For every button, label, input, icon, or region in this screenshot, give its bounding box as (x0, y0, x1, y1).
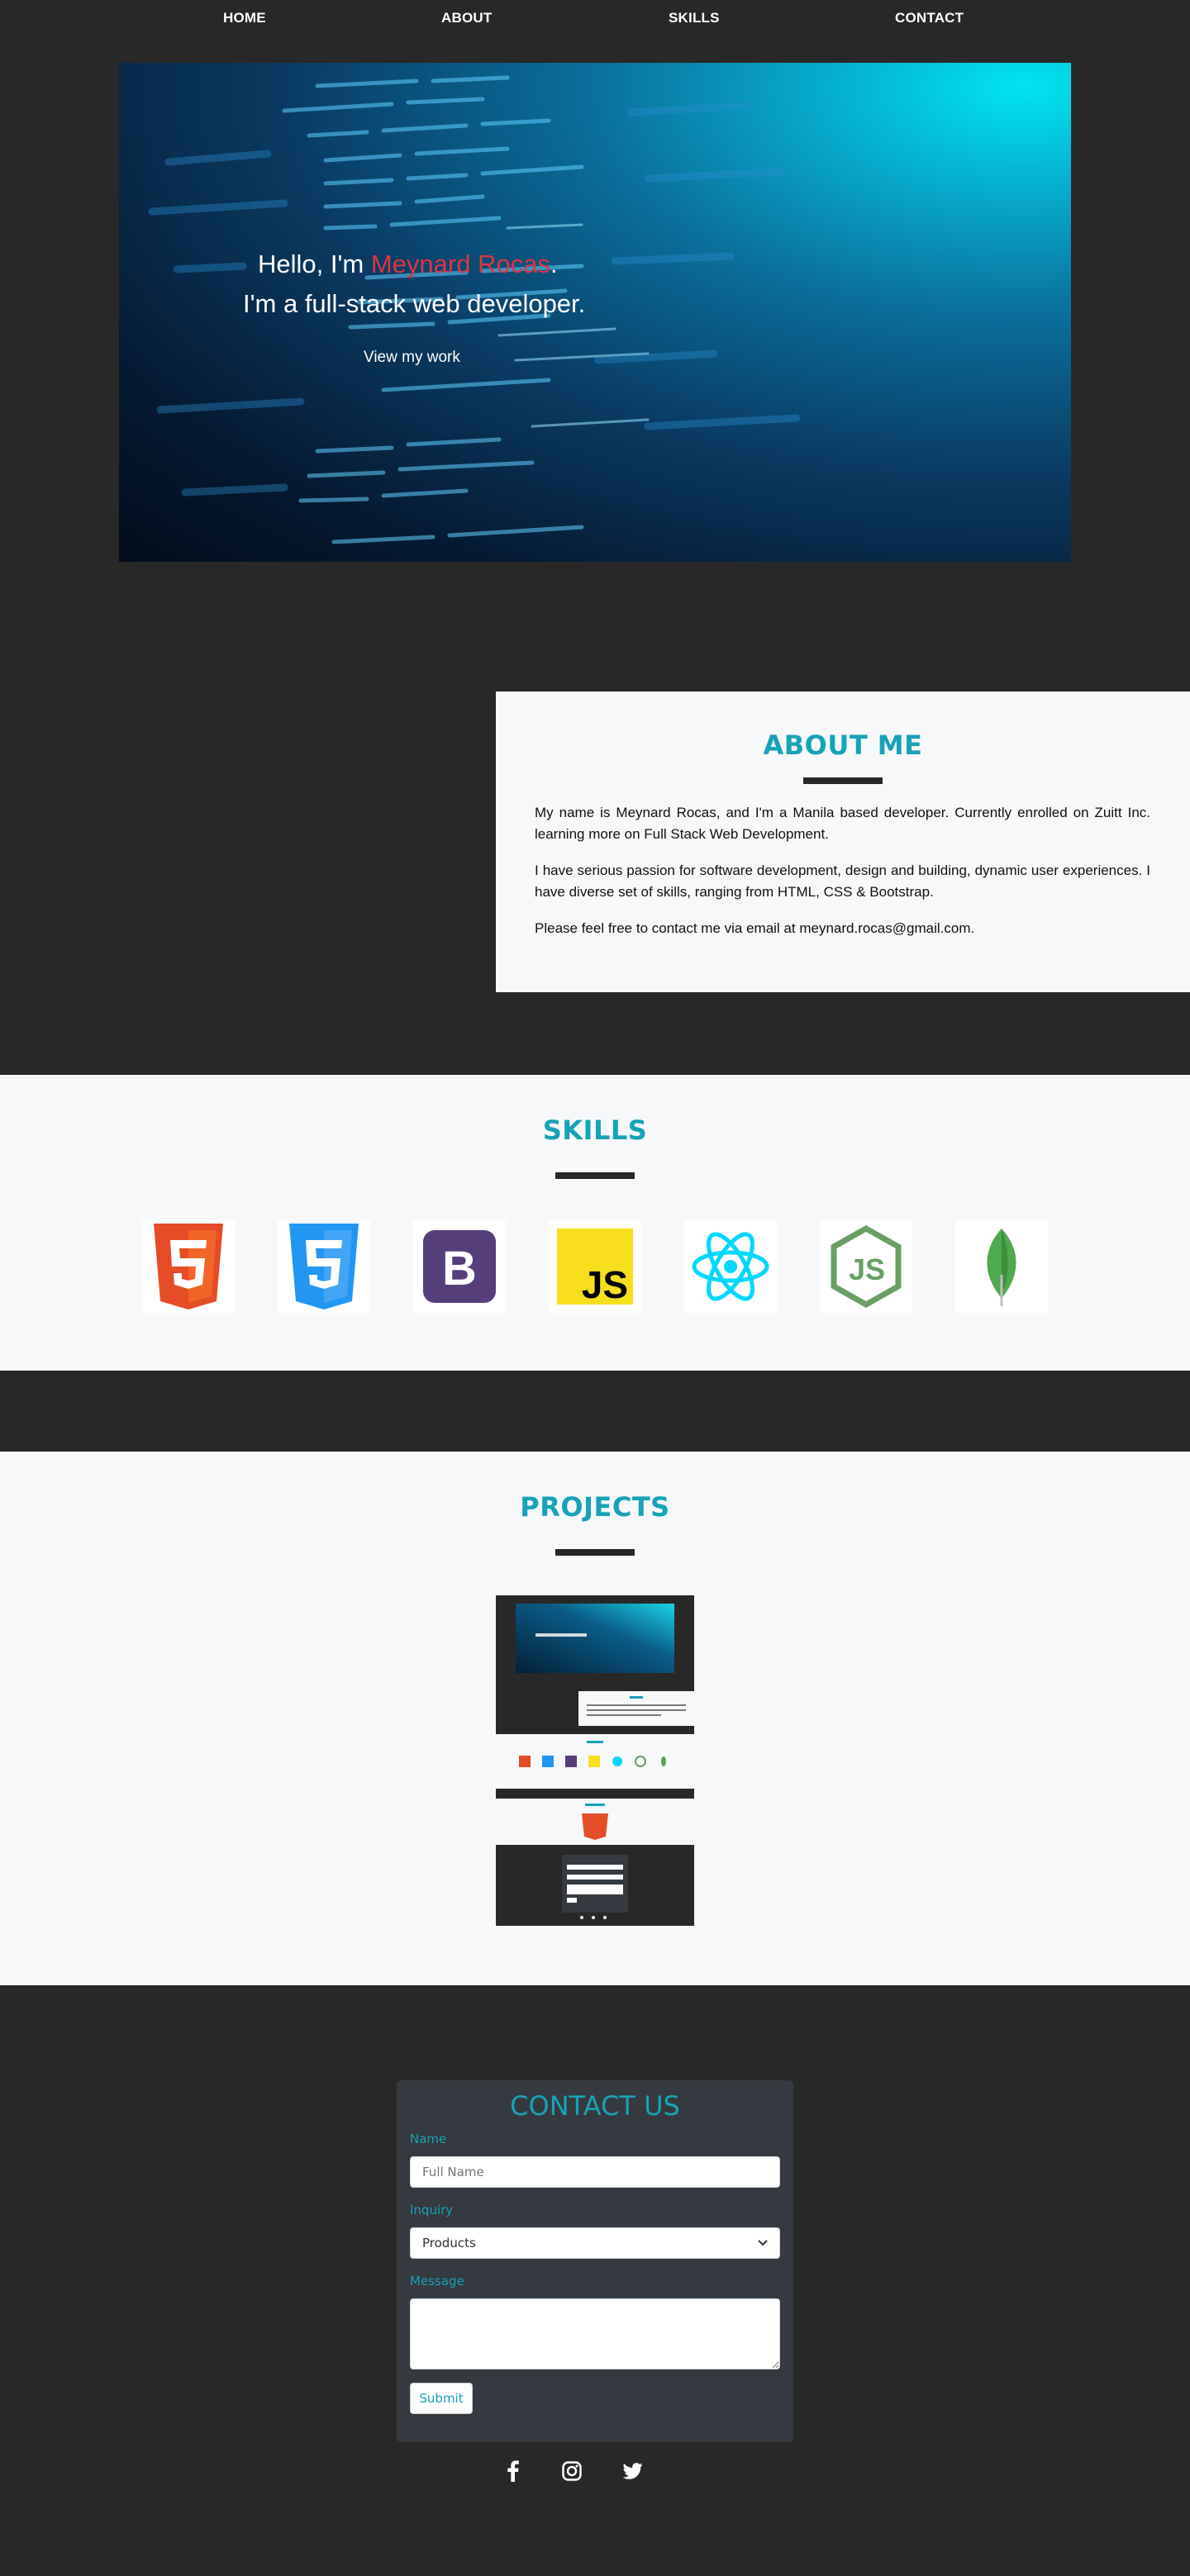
about-paragraph: I have serious passion for software deve… (535, 863, 1150, 900)
inquiry-select[interactable]: Products (410, 2227, 780, 2259)
hero-content: Hello, I'm Meynard Rocas. I'm a full-sta… (119, 63, 1071, 562)
about-section: ABOUT ME My name is Meynard Rocas, and I… (496, 692, 1190, 992)
hero-subtitle: I'm a full-stack web developer. (243, 289, 586, 318)
nav-skills-link[interactable]: SKILLS (669, 10, 720, 26)
hero-greeting: Hello, I'm Meynard Rocas. (258, 250, 558, 279)
greeting-suffix: . (550, 250, 558, 278)
skills-title: SKILLS (542, 1115, 648, 1146)
name-input[interactable] (410, 2156, 780, 2188)
hero-banner: Hello, I'm Meynard Rocas. I'm a full-sta… (119, 63, 1071, 562)
view-work-button[interactable]: View my work (364, 349, 460, 367)
message-textarea[interactable] (410, 2298, 780, 2369)
mongodb-icon (955, 1220, 1048, 1313)
submit-button[interactable]: Submit (410, 2383, 473, 2414)
svg-text:JS: JS (582, 1263, 628, 1305)
nav-home-link[interactable]: HOME (223, 10, 266, 26)
bootstrap-icon: B (413, 1220, 506, 1313)
developer-name: Meynard Rocas (370, 250, 550, 278)
about-title: ABOUT ME (763, 730, 923, 761)
svg-text:B: B (442, 1242, 477, 1295)
nav-contact-link[interactable]: CONTACT (895, 10, 964, 26)
inquiry-selected-value: Products (422, 2236, 476, 2250)
instagram-icon[interactable] (559, 2459, 584, 2483)
top-nav: HOME ABOUT SKILLS CONTACT (0, 0, 1190, 36)
projects-divider (555, 1549, 635, 1556)
portfolio-project-thumbnail[interactable] (496, 1595, 694, 1926)
chevron-down-icon (758, 2240, 768, 2246)
projects-title: PROJECTS (520, 1491, 670, 1523)
skills-section: SKILLS B JS JS (0, 1075, 1190, 1371)
svg-text:JS: JS (849, 1252, 885, 1286)
javascript-icon: JS (549, 1220, 641, 1313)
react-icon (684, 1220, 777, 1313)
message-label: Message (410, 2274, 464, 2288)
nodejs-icon: JS (820, 1220, 912, 1313)
facebook-icon[interactable] (501, 2459, 526, 2483)
greeting-prefix: Hello, I'm (258, 250, 371, 278)
name-label: Name (410, 2132, 447, 2146)
about-divider (803, 777, 883, 784)
about-paragraph: My name is Meynard Rocas, and I'm a Mani… (535, 805, 1150, 842)
project-preview-image (496, 1595, 694, 1926)
projects-section: PROJECTS (0, 1452, 1190, 1985)
css3-icon (278, 1220, 370, 1313)
html5-icon (142, 1220, 235, 1313)
about-paragraph: Please feel free to contact me via email… (535, 920, 975, 936)
inquiry-label: Inquiry (410, 2203, 454, 2217)
skills-divider (555, 1172, 635, 1179)
nav-about-link[interactable]: ABOUT (441, 10, 492, 26)
contact-title: CONTACT US (510, 2090, 680, 2122)
twitter-icon[interactable] (621, 2459, 645, 2483)
contact-form: CONTACT US Name Inquiry Products Message… (397, 2080, 793, 2442)
